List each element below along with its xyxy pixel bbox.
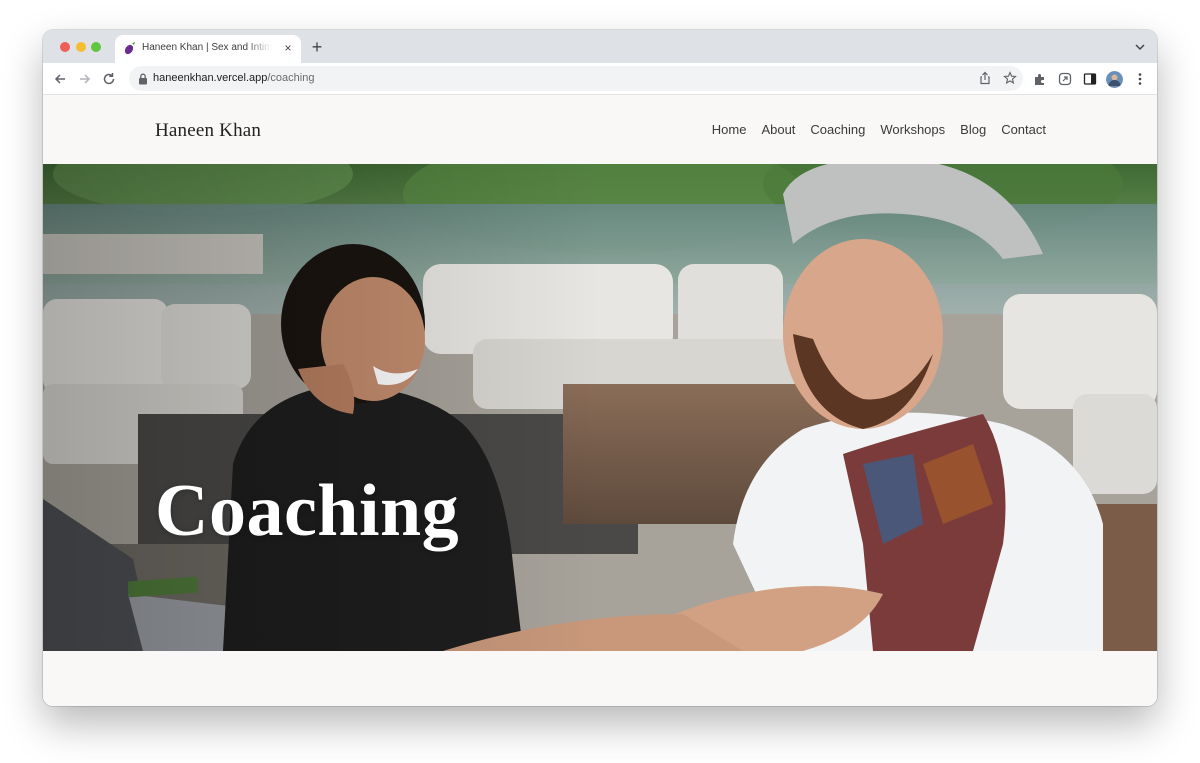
extension-icon[interactable] (1058, 72, 1072, 86)
share-icon[interactable] (978, 71, 992, 85)
maximize-window-button[interactable] (91, 42, 101, 52)
browser-window: Haneen Khan | Sex and Intimacy × + hanee… (43, 30, 1157, 706)
tab-close-icon[interactable]: × (281, 41, 295, 55)
site-logo-text[interactable]: Haneen Khan (155, 120, 261, 142)
side-panel-icon[interactable] (1083, 72, 1097, 86)
nav-link-workshops[interactable]: Workshops (880, 122, 945, 137)
new-tab-button[interactable]: + (309, 38, 325, 56)
url-host: haneenkhan.vercel.app (153, 72, 268, 84)
url-path: /coaching (267, 72, 315, 84)
forward-arrow-icon[interactable] (77, 71, 93, 87)
web-page: Haneen Khan Home About Coaching Workshop… (43, 96, 1157, 706)
nav-link-blog[interactable]: Blog (960, 122, 986, 137)
hero-title: Coaching (155, 470, 460, 552)
address-bar[interactable]: haneenkhan.vercel.app/coaching (129, 66, 1023, 91)
extensions-puzzle-icon[interactable] (1033, 72, 1047, 86)
active-tab[interactable]: Haneen Khan | Sex and Intimacy × (115, 35, 301, 63)
hero-section: Coaching (43, 164, 1157, 651)
eggplant-icon (124, 42, 135, 55)
url-text[interactable]: haneenkhan.vercel.app/coaching (153, 72, 314, 84)
more-vertical-icon[interactable] (1133, 72, 1147, 86)
hero-photo (43, 164, 1157, 651)
nav-link-about[interactable]: About (761, 122, 795, 137)
nav-link-home[interactable]: Home (712, 122, 747, 137)
browser-toolbar: haneenkhan.vercel.app/coaching (43, 63, 1157, 95)
star-bookmark-icon[interactable] (1003, 71, 1017, 85)
nav-link-coaching[interactable]: Coaching (810, 122, 865, 137)
back-arrow-icon[interactable] (52, 71, 68, 87)
chevron-down-icon[interactable] (1133, 40, 1147, 54)
main-navigation: Home About Coaching Workshops Blog Conta… (712, 122, 1046, 137)
nav-link-contact[interactable]: Contact (1001, 122, 1046, 137)
close-window-button[interactable] (60, 42, 70, 52)
reload-icon[interactable] (101, 71, 117, 87)
site-header: Haneen Khan Home About Coaching Workshop… (43, 96, 1157, 164)
tab-title: Haneen Khan | Sex and Intimacy (142, 42, 272, 53)
lock-icon[interactable] (138, 73, 148, 85)
hero-divider-line (1043, 475, 1045, 651)
minimize-window-button[interactable] (76, 42, 86, 52)
profile-avatar-icon[interactable] (1106, 71, 1123, 88)
tab-strip: Haneen Khan | Sex and Intimacy × + (43, 30, 1157, 63)
